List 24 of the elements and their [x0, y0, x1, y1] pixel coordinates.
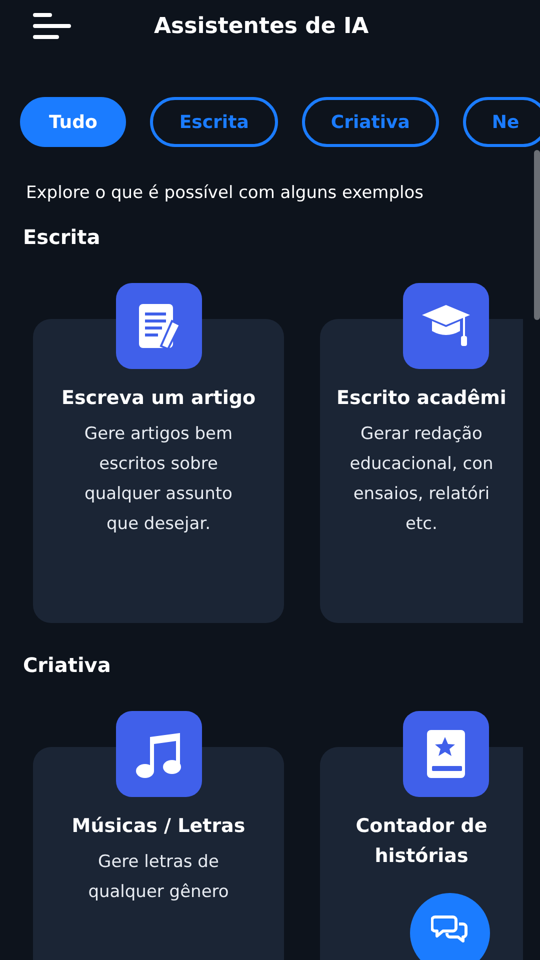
card-title: Escreva um artigo	[61, 386, 256, 411]
assistant-card[interactable]: Escrito acadêmi Gerar redação educacional, con ensaios, relatóri etc.	[320, 319, 523, 623]
card-description: Gere letras de qualquer gênero	[88, 851, 229, 904]
star-book-icon	[425, 728, 467, 780]
assistant-card[interactable]: Músicas / Letras Gere letras de qualquer gênero	[33, 747, 284, 960]
card-description: Gerar redação educacional, con ensaios, relatóri etc.	[350, 423, 494, 536]
category-tab[interactable]: Criativa	[302, 97, 439, 147]
page-title: Assistentes de IA	[154, 14, 369, 38]
intro-text: Explore o que é possível com alguns exemplos	[26, 183, 425, 203]
menu-icon[interactable]	[32, 12, 72, 40]
chat-bubbles-icon	[431, 913, 469, 943]
category-tab[interactable]: Ne	[462, 97, 540, 147]
category-tab[interactable]: Escrita	[150, 97, 278, 147]
document-pencil-icon	[136, 301, 182, 351]
section-heading: Criativa	[23, 653, 112, 677]
section-heading: Escrita	[23, 225, 102, 249]
card-title: Escrito acadêmi	[336, 386, 506, 411]
assistant-card[interactable]: Escreva um artigo Gere artigos bem escritos sobre qualquer assunto que desejar.	[33, 319, 284, 623]
card-title: Contador de histórias	[356, 814, 488, 869]
graduation-cap-icon	[420, 303, 472, 349]
category-tab[interactable]: Tudo	[20, 97, 126, 147]
card-description: Gere artigos bem escritos sobre qualquer assunto que desejar.	[84, 423, 233, 536]
card-title: Músicas / Letras	[72, 814, 246, 839]
scrollbar-thumb[interactable]	[534, 150, 540, 320]
